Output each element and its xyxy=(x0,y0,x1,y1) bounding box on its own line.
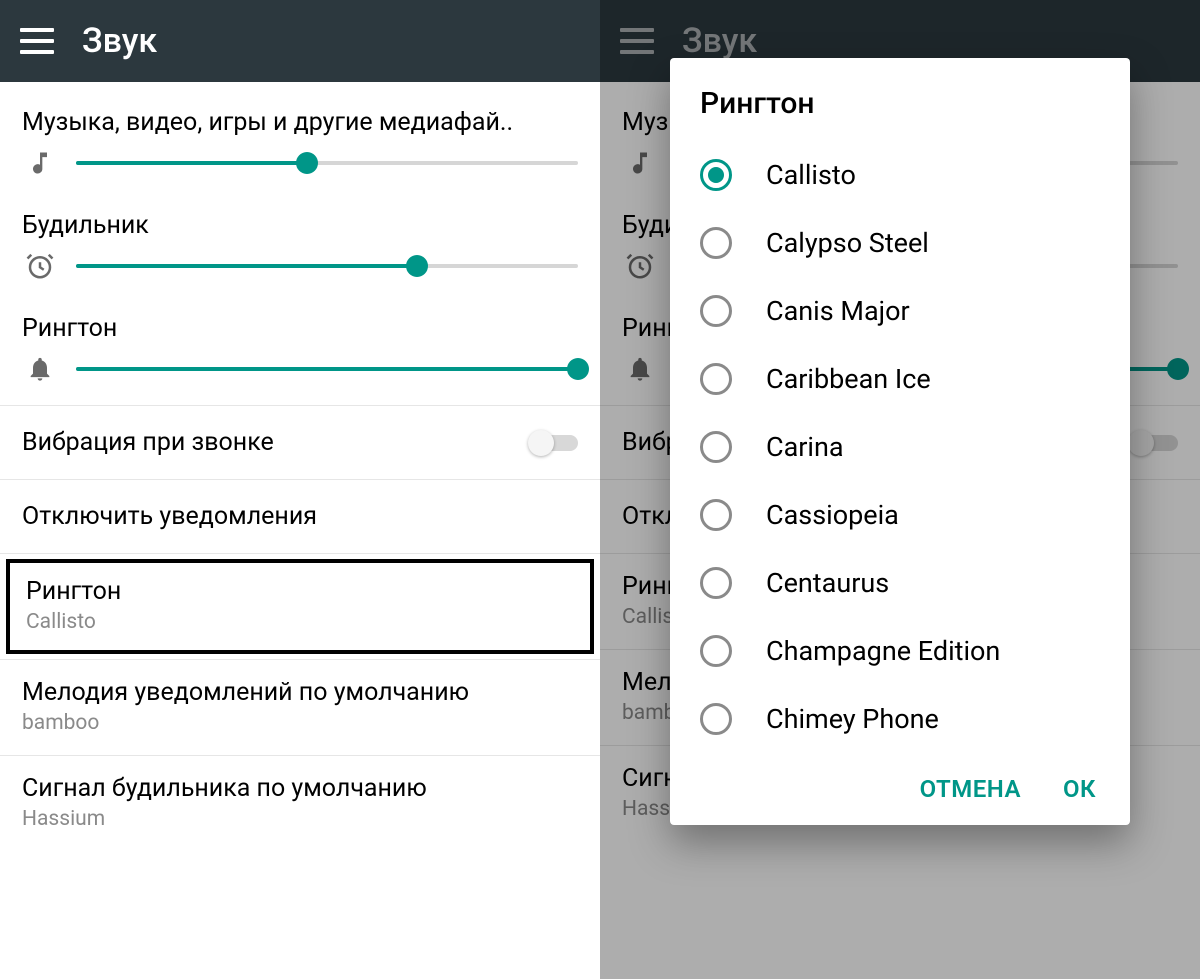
alarm-sound-value: Hassium xyxy=(22,807,578,831)
ringtone-option[interactable]: Caribbean Ice xyxy=(670,345,1130,413)
ringtone-row-value: Callisto xyxy=(26,610,574,634)
ringtone-option-label: Calypso Steel xyxy=(766,227,929,259)
radio-icon xyxy=(700,635,732,667)
ringtone-selector-row[interactable]: Рингтон Callisto xyxy=(6,559,594,654)
ringtone-option[interactable]: Cassiopeia xyxy=(670,481,1130,549)
alarm-volume-label: Будильник xyxy=(22,211,578,240)
notification-sound-value: bamboo xyxy=(22,711,578,735)
radio-icon xyxy=(700,295,732,327)
ringtone-picker-dialog: Рингтон Callisto Calypso Steel Canis Major… xyxy=(670,58,1130,825)
alarm-volume-section: Будильник xyxy=(0,199,600,302)
ringtone-option-label: Callisto xyxy=(766,159,856,191)
ringtone-option[interactable]: Centaurus xyxy=(670,549,1130,617)
notification-sound-title: Мелодия уведомлений по умолчанию xyxy=(22,678,578,707)
ringtone-option[interactable]: Canis Major xyxy=(670,277,1130,345)
radio-icon xyxy=(700,567,732,599)
ringtone-option-label: Cassiopeia xyxy=(766,499,899,531)
page-title: Звук xyxy=(82,21,157,61)
alarm-clock-icon xyxy=(22,248,58,284)
radio-icon xyxy=(700,703,732,735)
cancel-button[interactable]: ОТМЕНА xyxy=(920,775,1021,803)
music-note-icon xyxy=(22,145,58,181)
media-volume-slider[interactable] xyxy=(76,149,578,177)
vibrate-on-call-row[interactable]: Вибрация при звонке xyxy=(0,406,600,479)
ringtone-option-label: Centaurus xyxy=(766,567,889,599)
notification-sound-row[interactable]: Мелодия уведомлений по умолчанию bamboo xyxy=(0,660,600,755)
ringtone-options-list: Callisto Calypso Steel Canis Major Caribbea… xyxy=(670,133,1130,761)
dialog-actions: ОТМЕНА ОК xyxy=(670,761,1130,813)
radio-icon xyxy=(700,431,732,463)
ringtone-option-label: Canis Major xyxy=(766,295,910,327)
radio-icon xyxy=(700,499,732,531)
app-bar: Звук xyxy=(0,0,600,82)
media-volume-label: Музыка, видео, игры и другие медиафай.. xyxy=(22,108,578,137)
dialog-title: Рингтон xyxy=(670,86,1130,133)
radio-icon xyxy=(700,159,732,191)
ok-button[interactable]: ОК xyxy=(1063,775,1096,803)
ringtone-volume-slider[interactable] xyxy=(76,355,578,383)
sound-settings-screen: Звук Музыка, видео, игры и другие медиаф… xyxy=(0,0,600,979)
divider xyxy=(0,553,600,554)
sound-settings-screen-with-dialog: Звук Музыка, видео, игры и другие медиаф… xyxy=(600,0,1200,979)
ringtone-option-label: Carina xyxy=(766,431,844,463)
dnd-label: Отключить уведомления xyxy=(22,502,317,531)
ringtone-option[interactable]: Calypso Steel xyxy=(670,209,1130,277)
ringtone-volume-section: Рингтон xyxy=(0,302,600,405)
ringtone-option[interactable]: Champagne Edition xyxy=(670,617,1130,685)
menu-icon[interactable] xyxy=(20,28,54,54)
vibrate-label: Вибрация при звонке xyxy=(22,428,274,457)
media-volume-section: Музыка, видео, игры и другие медиафай.. xyxy=(0,96,600,199)
ringtone-option[interactable]: Callisto xyxy=(670,141,1130,209)
ringtone-option[interactable]: Carina xyxy=(670,413,1130,481)
do-not-disturb-row[interactable]: Отключить уведомления xyxy=(0,480,600,553)
settings-content: Музыка, видео, игры и другие медиафай.. … xyxy=(0,82,600,851)
radio-icon xyxy=(700,227,732,259)
ringtone-option-label: Caribbean Ice xyxy=(766,363,931,395)
ringtone-volume-label: Рингтон xyxy=(22,314,578,343)
alarm-sound-title: Сигнал будильника по умолчанию xyxy=(22,774,578,803)
ringtone-option-label: Champagne Edition xyxy=(766,635,1000,667)
alarm-sound-row[interactable]: Сигнал будильника по умолчанию Hassium xyxy=(0,756,600,851)
vibrate-switch[interactable] xyxy=(530,431,578,455)
ringtone-row-title: Рингтон xyxy=(26,577,574,606)
alarm-volume-slider[interactable] xyxy=(76,252,578,280)
ringtone-option[interactable]: Chimey Phone xyxy=(670,685,1130,753)
bell-icon xyxy=(22,351,58,387)
ringtone-option-label: Chimey Phone xyxy=(766,703,939,735)
radio-icon xyxy=(700,363,732,395)
